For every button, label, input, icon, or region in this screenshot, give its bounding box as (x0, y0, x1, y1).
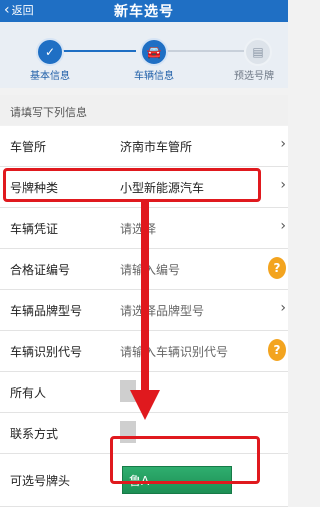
row-label: 所有人 (10, 386, 47, 400)
row-label: 车辆凭证 (10, 222, 59, 236)
check-icon: ✓ (36, 38, 64, 66)
red-arrow-icon (130, 200, 160, 420)
row-label: 可选号牌头 (10, 474, 71, 488)
form-hint-text: 请填写下列信息 (10, 106, 87, 119)
plate-icon: ▤ (244, 38, 272, 66)
highlight-box-plate-type (3, 168, 261, 202)
row-vehicle-office[interactable]: 车管所 济南市车管所 › (0, 126, 288, 167)
chevron-right-icon: › (280, 177, 286, 193)
chevron-right-icon: › (280, 300, 286, 316)
row-label: 车辆识别代号 (10, 345, 83, 359)
highlight-box-plate-prefix (110, 436, 260, 484)
row-value: 济南市车管所 (120, 140, 193, 154)
header-bar: ‹ 返回 新车选号 (0, 0, 288, 22)
chevron-right-icon: › (280, 136, 286, 152)
form-hint: 请填写下列信息 (0, 95, 288, 125)
step-line-1 (52, 50, 136, 52)
step-label-vehicle: 车辆信息 (134, 71, 174, 82)
step-label-plate: 预选号牌 (234, 71, 274, 82)
row-label: 合格证编号 (10, 263, 71, 277)
step-line-2 (160, 50, 244, 52)
step-label-basic: 基本信息 (30, 71, 70, 82)
row-label: 车辆品牌型号 (10, 304, 83, 318)
question-icon[interactable]: ? (268, 257, 286, 279)
page-title: 新车选号 (114, 4, 174, 20)
row-label: 车管所 (10, 140, 47, 154)
question-icon[interactable]: ? (268, 339, 286, 361)
row-label: 联系方式 (10, 427, 59, 441)
car-icon: 🚘 (140, 38, 168, 66)
step-indicator: ✓ 🚘 ▤ 基本信息 车辆信息 预选号牌 (0, 22, 288, 88)
chevron-right-icon: › (280, 218, 286, 234)
